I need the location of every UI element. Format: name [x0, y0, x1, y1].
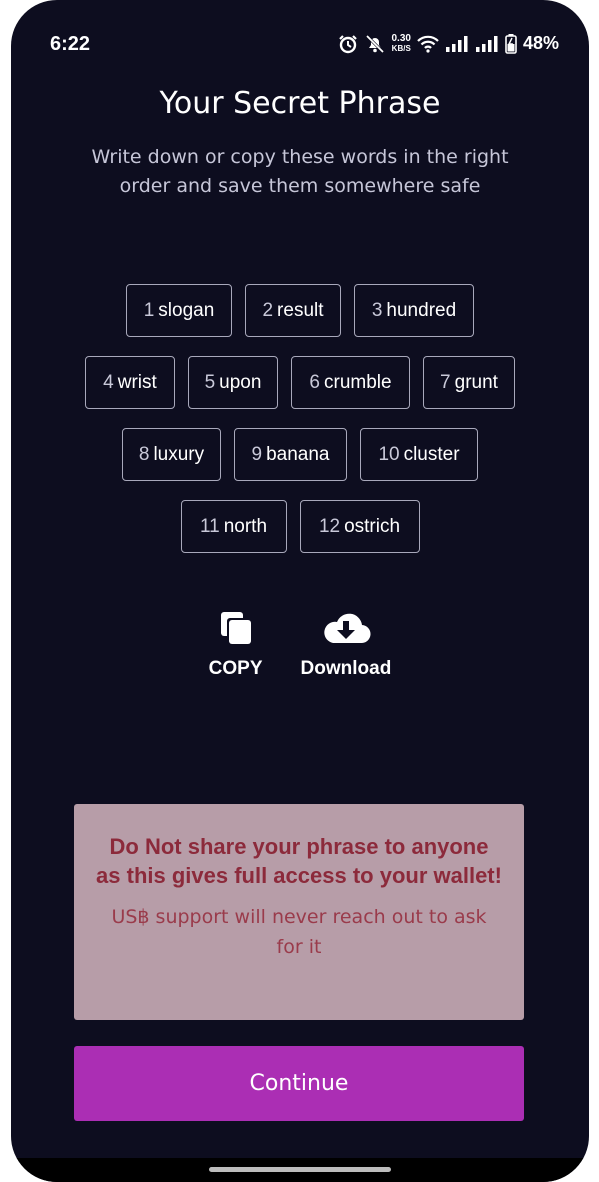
phrase-row: 4 wrist 5 upon 6 crumble 7 grunt: [11, 356, 589, 409]
word-number: 4: [103, 371, 114, 393]
warning-box: Do Not share your phrase to anyone as th…: [74, 804, 524, 1020]
word-text: slogan: [158, 299, 215, 321]
word-number: 2: [262, 299, 274, 321]
word-text: grunt: [454, 371, 498, 393]
phrase-row: 8 luxury 9 banana 10 cluster: [11, 428, 589, 481]
alarm-icon: [338, 34, 358, 54]
phrase-actions: COPY Download: [11, 610, 589, 680]
word-text: wrist: [117, 371, 157, 393]
phrase-word-chip: 10 cluster: [360, 428, 478, 481]
phrase-word-chip: 4 wrist: [85, 356, 175, 409]
word-number: 8: [138, 443, 150, 465]
word-text: hundred: [386, 299, 457, 321]
phone-screen: 6:22 0.30 KB/S 48% Your Secret Phrase Wr…: [11, 0, 589, 1182]
page-title: Your Secret Phrase: [159, 86, 441, 121]
word-text: crumble: [324, 371, 392, 393]
home-indicator[interactable]: [209, 1167, 391, 1172]
cloud-download-icon: [321, 610, 371, 658]
word-number: 1: [143, 299, 155, 321]
word-number: 5: [204, 371, 216, 393]
word-number: 9: [251, 443, 263, 465]
warning-main-text: Do Not share your phrase to anyone as th…: [96, 834, 502, 888]
phrase-words-grid: 1 slogan 2 result 3 hundred 4 wrist 5 upon 6c…: [11, 284, 589, 572]
net-speed-unit: KB/S: [391, 43, 411, 53]
battery-charging-icon: [505, 33, 517, 54]
phrase-word-chip: 2 result: [245, 284, 341, 337]
phrase-word-chip: 5 upon: [188, 356, 278, 409]
phrase-word-chip: 3 hundred: [354, 284, 474, 337]
word-text: banana: [266, 443, 330, 465]
word-text: cluster: [403, 443, 460, 465]
status-icons: 0.30 KB/S 48%: [338, 32, 559, 54]
copy-label: COPY: [208, 658, 263, 679]
word-number: 12: [318, 515, 341, 537]
word-number: 10: [378, 443, 400, 465]
word-text: north: [223, 515, 268, 537]
copy-button[interactable]: COPY: [209, 610, 263, 680]
phrase-row: 11 north 12 ostrich: [11, 500, 589, 553]
status-bar: 6:22 0.30 KB/S 48%: [11, 28, 589, 64]
download-button[interactable]: Download: [300, 610, 392, 680]
net-speed: 0.30 KB/S: [391, 32, 411, 54]
word-text: upon: [219, 371, 262, 393]
signal-icon: [445, 35, 469, 52]
phrase-word-chip: 6 crumble: [291, 356, 410, 409]
word-text: luxury: [153, 443, 205, 465]
word-text: ostrich: [344, 515, 401, 537]
net-speed-value: 0.30: [391, 32, 411, 44]
battery-percent: 48%: [522, 33, 559, 53]
status-time: 6:22: [50, 33, 91, 55]
warning-sub-text: US฿ support will never reach out to ask …: [111, 906, 487, 958]
phrase-word-chip: 11 north: [180, 500, 287, 553]
copy-icon: [218, 610, 254, 658]
page-subtitle: Write down or copy these words in the ri…: [91, 146, 509, 197]
download-label: Download: [300, 658, 392, 679]
wifi-icon: [417, 35, 439, 53]
word-number: 7: [440, 371, 451, 393]
phrase-word-chip: 7 grunt: [423, 356, 515, 409]
continue-button[interactable]: Continue: [74, 1046, 524, 1121]
signal-icon: [475, 35, 499, 52]
phrase-word-chip: 1 slogan: [126, 284, 232, 337]
word-number: 11: [199, 515, 220, 537]
word-text: result: [277, 299, 324, 321]
phrase-word-chip: 9 banana: [234, 428, 347, 481]
phrase-word-chip: 8 luxury: [122, 428, 221, 481]
navigation-bar: [11, 1158, 589, 1182]
word-number: 3: [371, 299, 383, 321]
mute-icon: [364, 34, 386, 54]
phrase-row: 1 slogan 2 result 3 hundred: [11, 284, 589, 337]
phrase-word-chip: 12 ostrich: [299, 500, 420, 553]
word-number: 6: [309, 371, 320, 393]
